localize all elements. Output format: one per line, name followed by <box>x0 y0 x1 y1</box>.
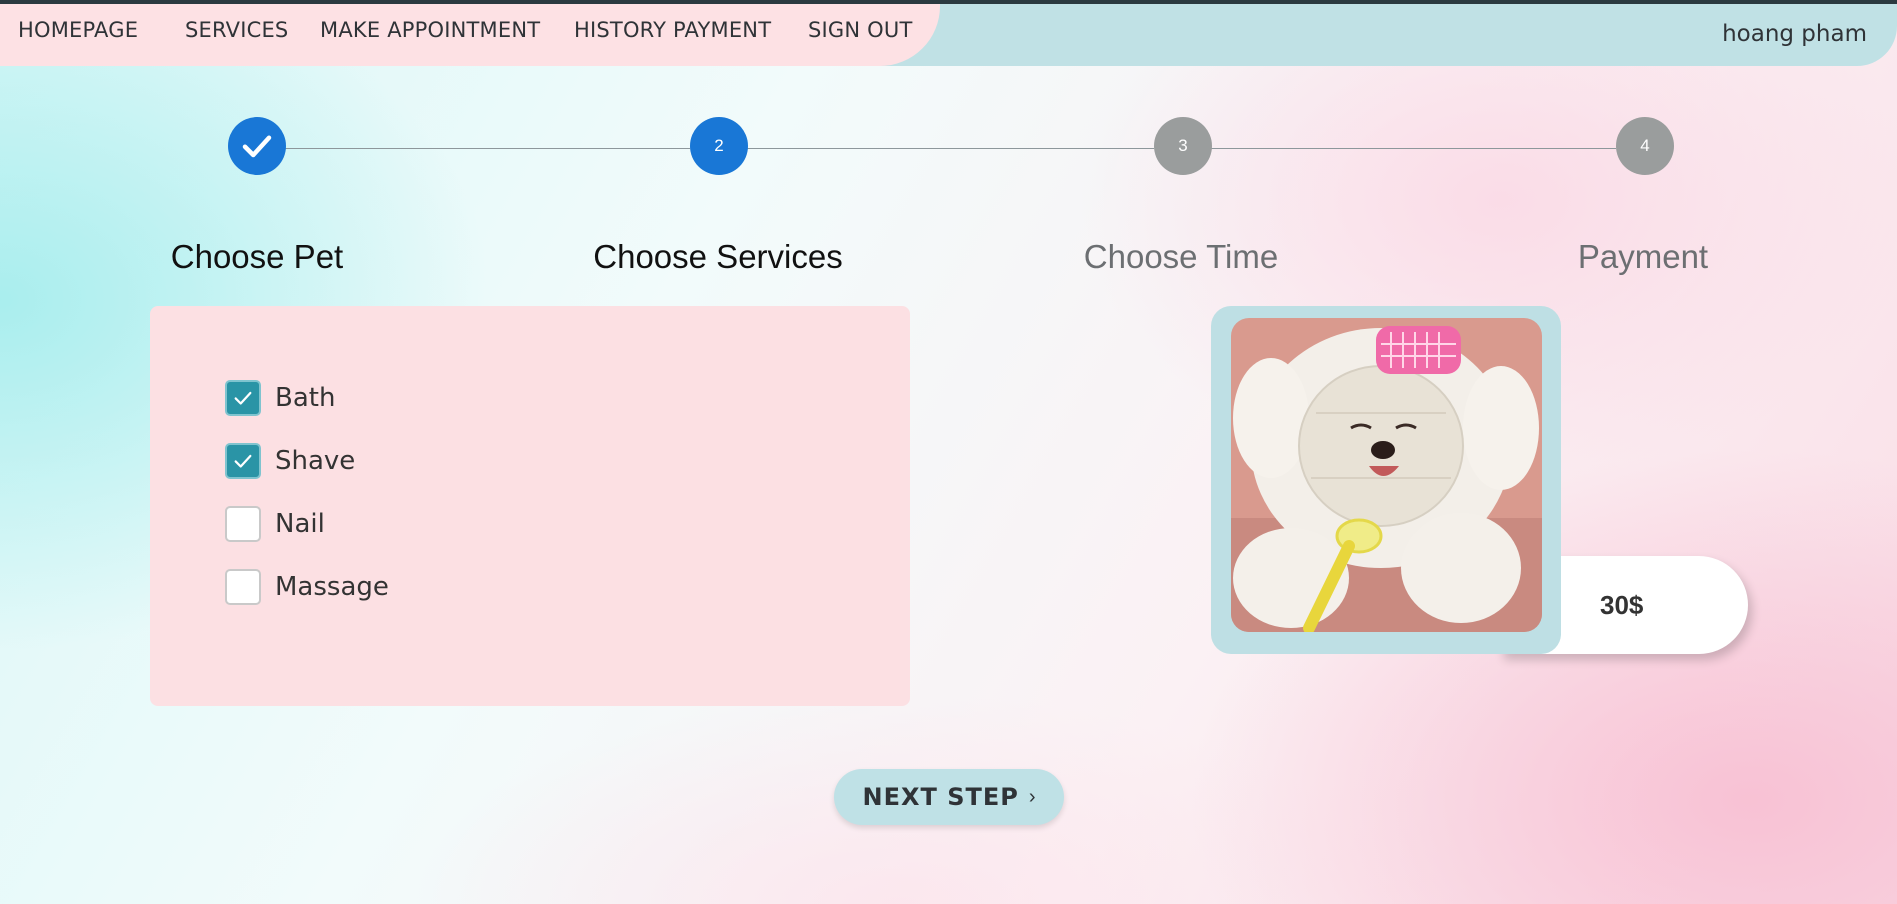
step-2-circle[interactable]: 2 <box>690 117 748 175</box>
step-2-label: Choose Services <box>593 238 843 275</box>
navbar: HOMEPAGE SERVICES MAKE APPOINTMENT HISTO… <box>0 4 1897 66</box>
nav-services[interactable]: SERVICES <box>185 18 288 42</box>
step-1-complete[interactable] <box>228 117 286 175</box>
pet-photo <box>1231 318 1542 632</box>
step-connector <box>1211 148 1616 149</box>
bath-checkbox[interactable] <box>225 380 261 416</box>
nail-checkbox[interactable] <box>225 506 261 542</box>
shave-label: Shave <box>275 446 356 476</box>
nav-sign-out[interactable]: SIGN OUT <box>808 18 913 42</box>
check-icon <box>234 391 252 405</box>
service-option-nail[interactable]: Nail <box>225 506 325 542</box>
step-3-circle[interactable]: 3 <box>1154 117 1212 175</box>
next-step-button[interactable]: NEXT STEP › <box>834 769 1064 825</box>
massage-label: Massage <box>275 572 389 602</box>
nav-make-appointment[interactable]: MAKE APPOINTMENT <box>320 18 540 42</box>
next-step-label: NEXT STEP <box>862 783 1019 811</box>
check-icon <box>242 135 272 158</box>
step-3-label: Choose Time <box>1083 238 1279 275</box>
step-1-label: Choose Pet <box>170 238 344 275</box>
step-4-label: Payment <box>1577 238 1709 275</box>
pet-photo-frame <box>1211 306 1561 654</box>
bath-label: Bath <box>275 383 336 413</box>
user-name[interactable]: hoang pham <box>1722 21 1867 47</box>
step-4-circle[interactable]: 4 <box>1616 117 1674 175</box>
dog-illustration <box>1231 318 1542 632</box>
chevron-right-icon: › <box>1028 785 1036 808</box>
check-icon <box>234 454 252 468</box>
services-panel: Bath Shave Nail Massage <box>150 306 910 706</box>
service-option-bath[interactable]: Bath <box>225 380 335 416</box>
nav-history-payment[interactable]: HISTORY PAYMENT <box>574 18 771 42</box>
service-option-massage[interactable]: Massage <box>225 569 389 605</box>
service-option-shave[interactable]: Shave <box>225 443 355 479</box>
nail-label: Nail <box>275 509 325 539</box>
nav-homepage[interactable]: HOMEPAGE <box>18 18 138 42</box>
step-connector <box>285 148 690 149</box>
shave-checkbox[interactable] <box>225 443 261 479</box>
massage-checkbox[interactable] <box>225 569 261 605</box>
step-connector <box>747 148 1154 149</box>
price-value: 30$ <box>1600 590 1644 620</box>
